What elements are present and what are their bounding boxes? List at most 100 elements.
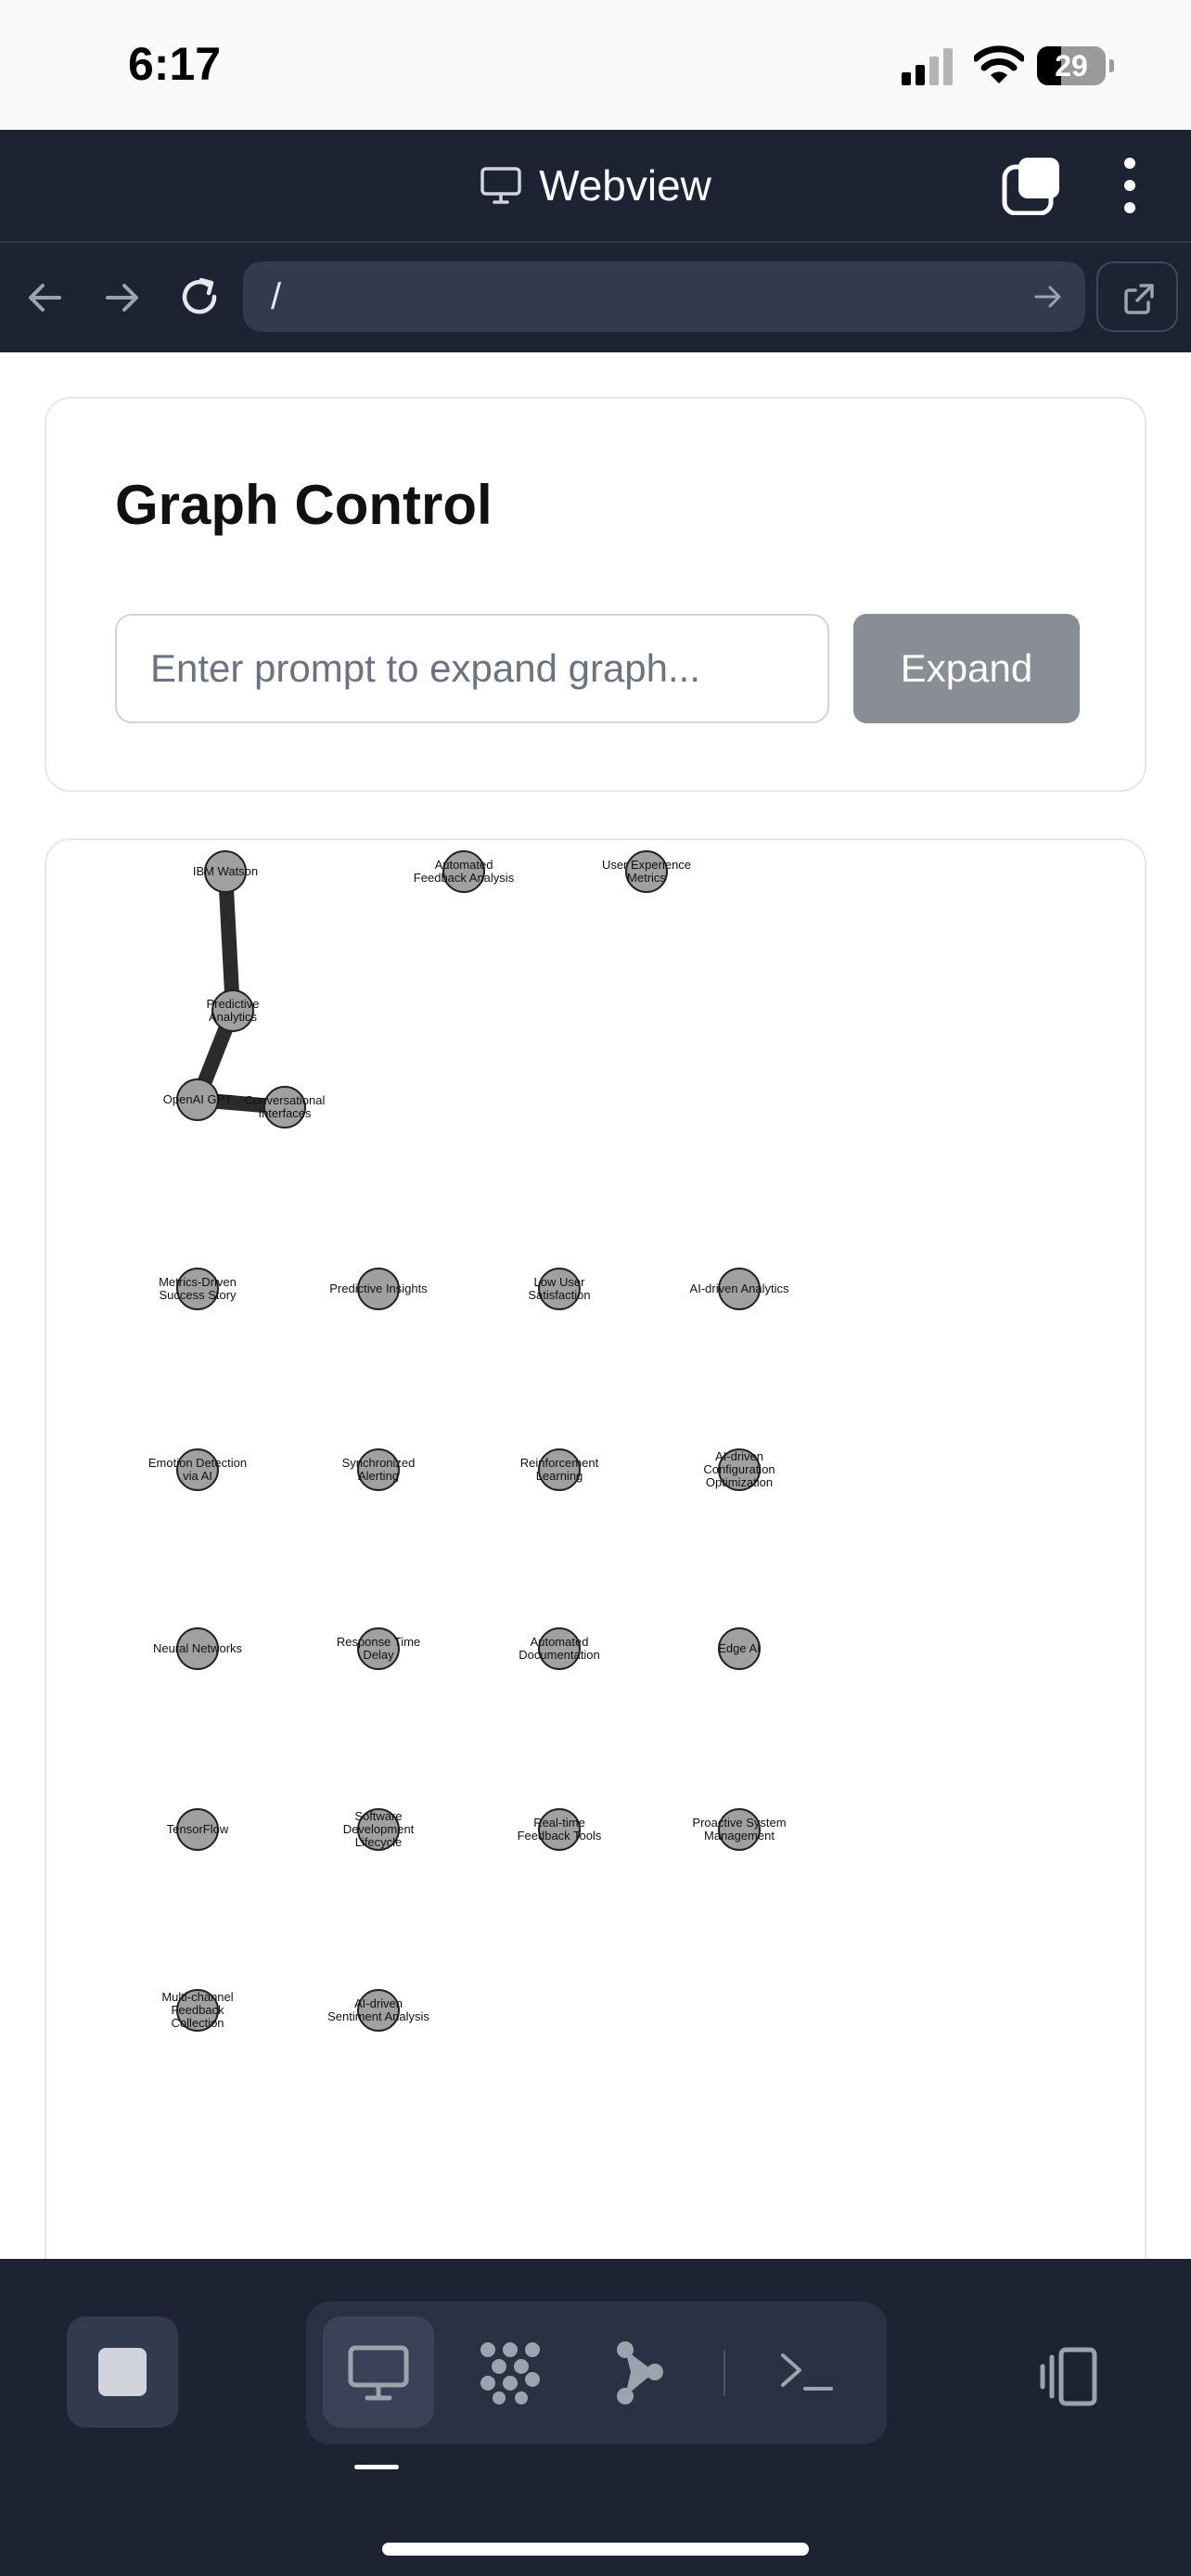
graph-node-label: Software	[354, 1809, 402, 1823]
apps-mode-button[interactable]	[455, 2316, 566, 2428]
graph-node-label: Proactive System	[692, 1816, 786, 1830]
graph-node-aisa[interactable]: AI-drivenSentiment Analysis	[327, 1989, 429, 2032]
reload-icon[interactable]	[176, 274, 223, 321]
mode-divider	[724, 2350, 725, 2396]
graph-node-label: Delay	[363, 1648, 394, 1662]
graph-node-label: Interfaces	[258, 1106, 312, 1120]
graph-node-rtft[interactable]: Real-timeFeedback Tools	[518, 1808, 602, 1851]
open-external-button[interactable]	[1096, 261, 1178, 332]
graph-node-label: Metrics-Driven	[159, 1275, 237, 1289]
graph-canvas[interactable]: IBM Watson Automated Feedback Analysis User…	[45, 838, 1146, 2285]
graph-node-label: Documentation	[519, 1648, 599, 1662]
graph-node-tf[interactable]: TensorFlow	[167, 1808, 229, 1851]
flow-icon	[617, 2341, 663, 2404]
graph-node-label: Feedback	[171, 2003, 224, 2017]
graph-node-label: Conversational	[245, 1093, 326, 1107]
graph-node-label: Configuration	[703, 1462, 775, 1476]
graph-node-label: Success Story	[159, 1288, 237, 1302]
url-field[interactable]: /	[243, 261, 1085, 332]
page-title: Webview	[539, 161, 711, 210]
graph-node-label: Sentiment Analysis	[327, 2009, 429, 2023]
graph-node-gpt[interactable]: OpenAI GPT	[163, 1078, 232, 1121]
terminal-mode-button[interactable]	[751, 2316, 863, 2428]
graph-node-label: Feedback Analysis	[414, 871, 515, 885]
graph-control-title: Graph Control	[115, 474, 493, 536]
graph-node-ed[interactable]: Emotion Detectionvia AI	[148, 1448, 247, 1491]
flow-mode-button[interactable]	[584, 2316, 696, 2428]
graph-node-rtd[interactable]: Response TimeDelay	[337, 1627, 420, 1670]
graph-node-label: Analytics	[209, 1010, 258, 1024]
graph-node-afa[interactable]: AutomatedFeedback Analysis	[414, 850, 515, 893]
status-bar: 6:17 29	[0, 0, 1191, 130]
graph-node-label: Collection	[171, 2016, 224, 2030]
graph-node-label: Synchronized	[342, 1456, 416, 1470]
graph-control-card: Graph Control Expand	[45, 397, 1146, 792]
arrow-right-icon[interactable]	[98, 274, 145, 321]
graph-node-uxm[interactable]: User ExperienceMetrics	[602, 850, 691, 893]
graph-node-ad[interactable]: AutomatedDocumentation	[519, 1627, 600, 1670]
url-text: /	[271, 276, 282, 317]
active-mode-indicator	[354, 2465, 399, 2469]
prompt-input[interactable]	[115, 614, 829, 723]
mode-switcher	[306, 2302, 887, 2444]
graph-node-label: Metrics	[627, 871, 666, 885]
stop-icon	[98, 2348, 147, 2396]
graph-node-label: Low User	[534, 1275, 586, 1289]
graph-node-label: Lifecycle	[355, 1835, 403, 1849]
monitor-mode-button[interactable]	[323, 2316, 434, 2428]
terminal-icon	[781, 2353, 833, 2391]
graph-node-mcfc[interactable]: Multi-channelFeedbackCollection	[161, 1989, 234, 2032]
graph-node-label: Response Time	[337, 1635, 420, 1649]
graph-node-label: Development	[343, 1822, 415, 1836]
graph-node-psm[interactable]: Proactive SystemManagement	[692, 1808, 787, 1851]
graph-node-sa[interactable]: SynchronizedAlerting	[342, 1448, 416, 1491]
graph-node-label: Neural Networks	[153, 1641, 243, 1655]
graph-node-ibm[interactable]: IBM Watson	[193, 850, 258, 893]
url-bar: /	[0, 243, 1191, 352]
graph-node-label: Automated	[435, 858, 493, 872]
go-arrow-icon[interactable]	[1031, 280, 1065, 313]
tabs-icon[interactable]	[1002, 156, 1061, 215]
device-toggle-icon[interactable]	[1037, 2344, 1102, 2409]
graph-node-label: Multi-channel	[161, 1990, 233, 2004]
bottom-toolbar	[0, 2259, 1191, 2576]
graph-node-label: Emotion Detection	[148, 1456, 247, 1470]
graph-node-label: AI-driven	[715, 1449, 763, 1463]
stop-button[interactable]	[67, 2316, 178, 2428]
graph-node-label: Optimization	[706, 1475, 773, 1489]
graph-node-label: Management	[704, 1829, 775, 1843]
graph-node-label: Automated	[531, 1635, 589, 1649]
graph-node-label: Feedback Tools	[518, 1829, 602, 1843]
wifi-icon	[974, 45, 1024, 83]
graph-node-pa[interactable]: PredictiveAnalytics	[206, 989, 260, 1032]
graph-node-mdss[interactable]: Metrics-DrivenSuccess Story	[159, 1268, 237, 1310]
graph-node-label: AI-driven	[354, 1996, 403, 2010]
external-link-icon	[1124, 284, 1154, 314]
monitor-icon	[348, 2345, 409, 2401]
graph-svg[interactable]: IBM Watson AutomatedFeedback AnalysisUser…	[45, 838, 1146, 2285]
home-indicator	[382, 2543, 809, 2556]
more-vertical-icon[interactable]	[1113, 154, 1146, 217]
graph-node-label: IBM Watson	[193, 864, 258, 878]
expand-button[interactable]: Expand	[853, 614, 1080, 723]
battery-icon: 29	[1037, 46, 1115, 87]
graph-node-aco[interactable]: AI-drivenConfigurationOptimization	[703, 1448, 775, 1491]
graph-node-edge[interactable]: Edge AI	[718, 1627, 761, 1670]
graph-node-pi[interactable]: Predictive Insights	[329, 1268, 428, 1310]
graph-node-lus[interactable]: Low UserSatisfaction	[528, 1268, 591, 1310]
graph-node-label: Edge AI	[718, 1641, 761, 1655]
graph-node-label: Predictive	[206, 997, 259, 1011]
graph-node-label: User Experience	[602, 858, 691, 872]
graph-node-label: AI-driven Analytics	[690, 1282, 789, 1295]
status-time: 6:17	[128, 38, 222, 90]
graph-node-label: OpenAI GPT	[163, 1092, 232, 1106]
graph-node-label: Predictive Insights	[329, 1282, 428, 1295]
graph-node-label: Alerting	[358, 1469, 399, 1483]
monitor-icon	[480, 167, 521, 204]
graph-node-rl[interactable]: ReinforcementLearning	[520, 1448, 599, 1491]
arrow-left-icon[interactable]	[22, 274, 69, 321]
graph-node-nn[interactable]: Neural Networks	[153, 1627, 243, 1670]
graph-node-sdl[interactable]: SoftwareDevelopmentLifecycle	[343, 1808, 415, 1851]
battery-level: 29	[1055, 49, 1088, 83]
graph-node-aida[interactable]: AI-driven Analytics	[690, 1268, 789, 1310]
